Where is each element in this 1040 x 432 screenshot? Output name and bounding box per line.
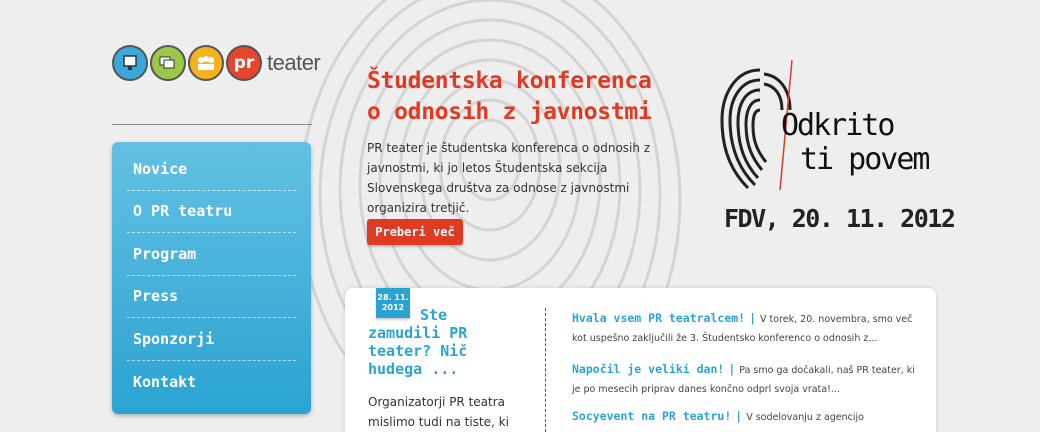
date-badge-day: 28. 11. [377,293,409,302]
nav-item-press[interactable]: Press [127,276,296,318]
gallery-icon [150,45,186,81]
news-separator: | [728,362,736,376]
read-more-button[interactable]: Preberi več [367,219,463,245]
news-separator: | [735,409,743,423]
nav-item-novice[interactable]: Novice [127,148,296,191]
nav-item-program[interactable]: Program [127,233,296,276]
site-logo[interactable]: pr teater [112,44,321,82]
people-icon [188,45,224,81]
panel-divider [545,308,546,432]
news-item: Hvala vsem PR teatralcem! | V torek, 20. n… [572,309,917,348]
main-navigation: Novice O PR teatru Program Press Sponzor… [112,142,311,414]
news-item-title[interactable]: Hvala vsem PR teatralcem! [572,311,745,325]
news-separator: | [749,311,757,325]
nav-item-o-pr-teatru[interactable]: O PR teatru [127,191,296,233]
logo-divider [112,124,312,125]
hero-title: Študentska konferenca o odnosih z javnos… [367,68,652,125]
news-item: Socyevent na PR teatru! | V sodelovanju z … [572,407,917,427]
logo-word: teater [267,50,321,75]
news-item-excerpt: V sodelovanju z agencijo [746,412,864,423]
promo-event-date: FDV, 20. 11. 2012 [724,204,956,233]
promo-slogan-line1: Odkrito [781,108,895,143]
hero-description: PR teater je študentska konferenca o odn… [367,141,651,215]
nav-item-kontakt[interactable]: Kontakt [127,361,296,404]
news-item-title[interactable]: Napočil je veliki dan! [572,362,724,376]
featured-post-title[interactable]: Ste zamudili PR teater? Nič hudega ... [368,306,518,378]
featured-post-excerpt: Organizatorji PR teatra mislimo tudi na … [368,395,509,429]
promo-slogan-line2: ti povem [800,142,930,177]
monitor-icon [112,45,148,81]
pr-badge-icon: pr [226,45,262,81]
news-item: Napočil je veliki dan! | Pa smo ga dočakal… [572,360,917,399]
nav-item-sponzorji[interactable]: Sponzorji [127,318,296,361]
news-item-title[interactable]: Socyevent na PR teatru! [572,409,731,423]
